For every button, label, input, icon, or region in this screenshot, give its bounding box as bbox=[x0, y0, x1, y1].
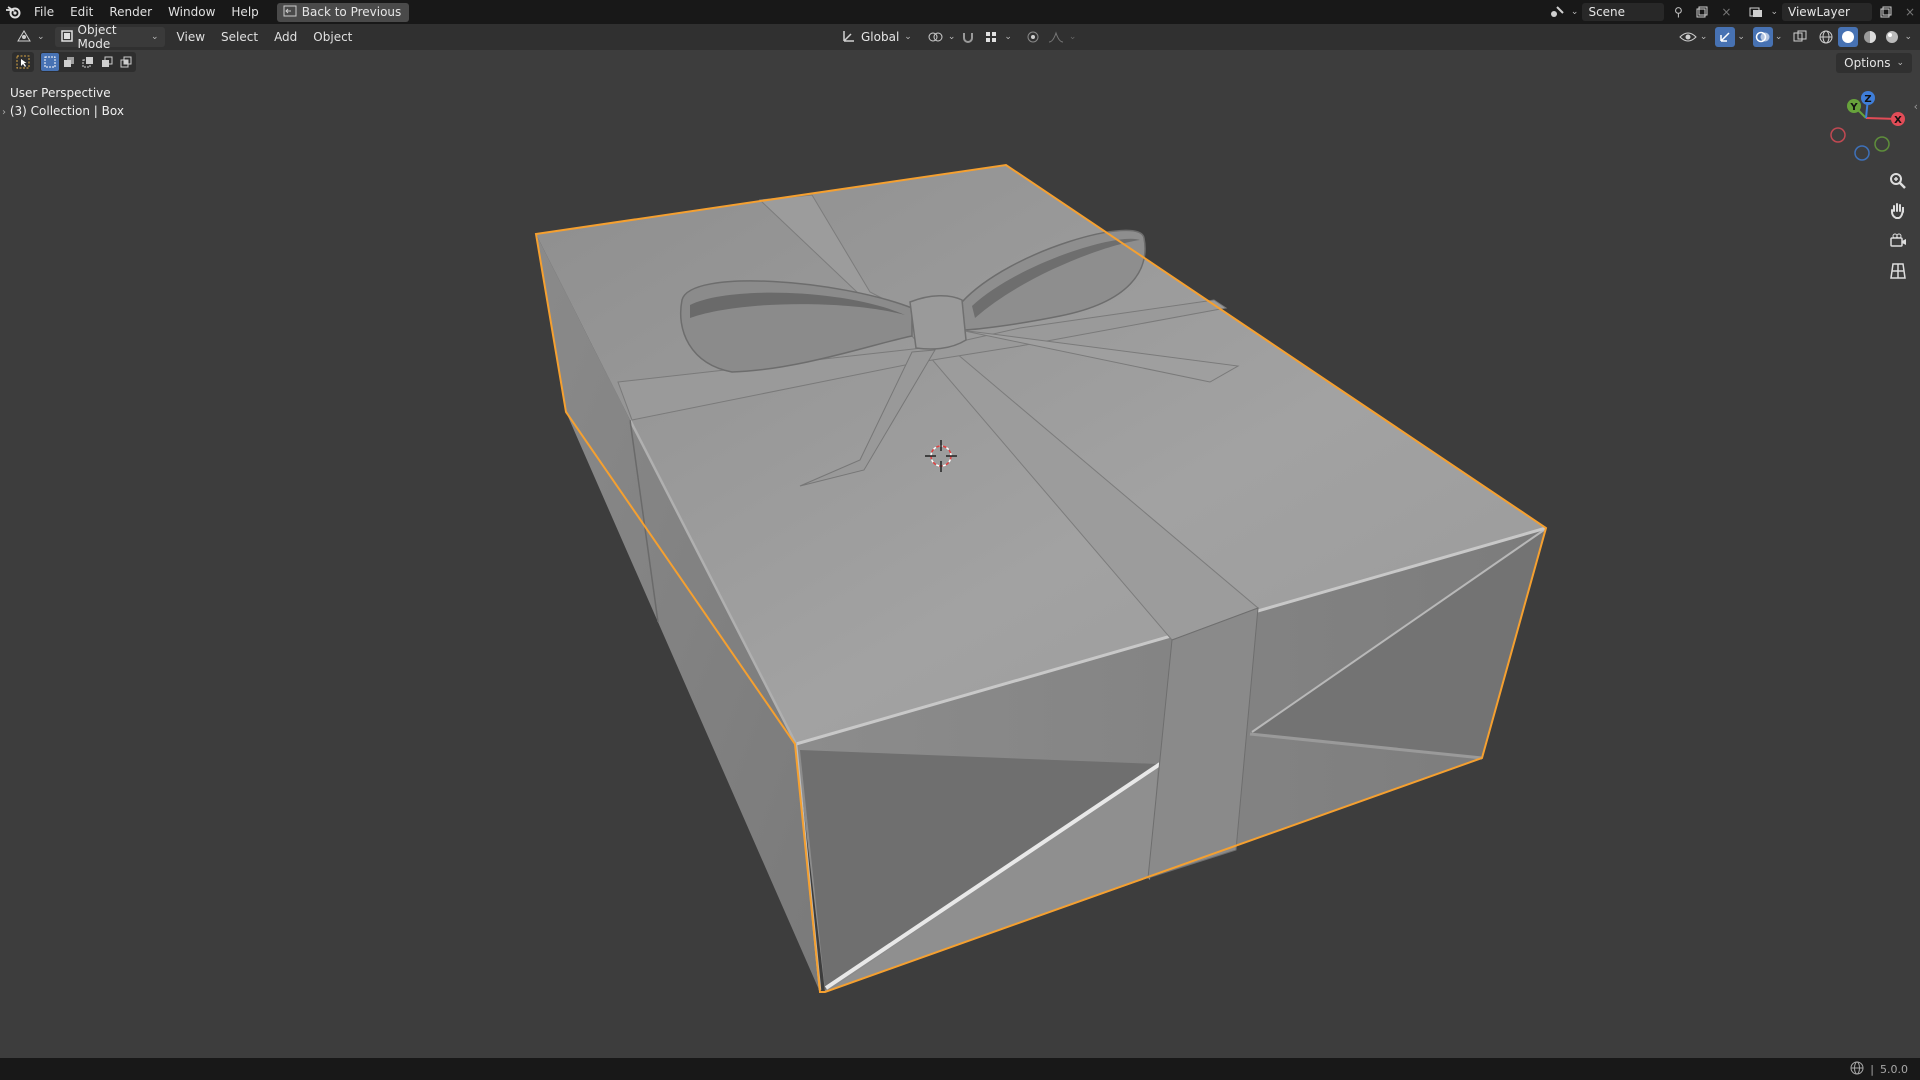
gizmo-x-label: X bbox=[1894, 115, 1902, 126]
camera-view-icon[interactable] bbox=[1886, 229, 1910, 253]
gift-box-mesh[interactable] bbox=[534, 163, 1548, 993]
gizmo-z-label: Z bbox=[1864, 94, 1871, 105]
status-divider: | bbox=[1870, 1062, 1874, 1076]
viewport-canvas[interactable]: X Y Z bbox=[0, 0, 1920, 1080]
sidebar-collapse-icon[interactable]: ‹ bbox=[1914, 100, 1918, 113]
version-label: 5.0.0 bbox=[1880, 1062, 1908, 1076]
gizmo-y-label: Y bbox=[1849, 102, 1858, 113]
pan-hand-icon[interactable] bbox=[1886, 199, 1910, 223]
bow-knot bbox=[909, 295, 967, 350]
zoom-icon[interactable] bbox=[1886, 169, 1910, 193]
status-bar: | 5.0.0 bbox=[0, 1058, 1920, 1080]
navigation-gizmo[interactable]: X Y Z bbox=[1830, 91, 1905, 161]
perspective-toggle-icon[interactable] bbox=[1886, 259, 1910, 283]
network-globe-icon[interactable] bbox=[1850, 1061, 1864, 1078]
